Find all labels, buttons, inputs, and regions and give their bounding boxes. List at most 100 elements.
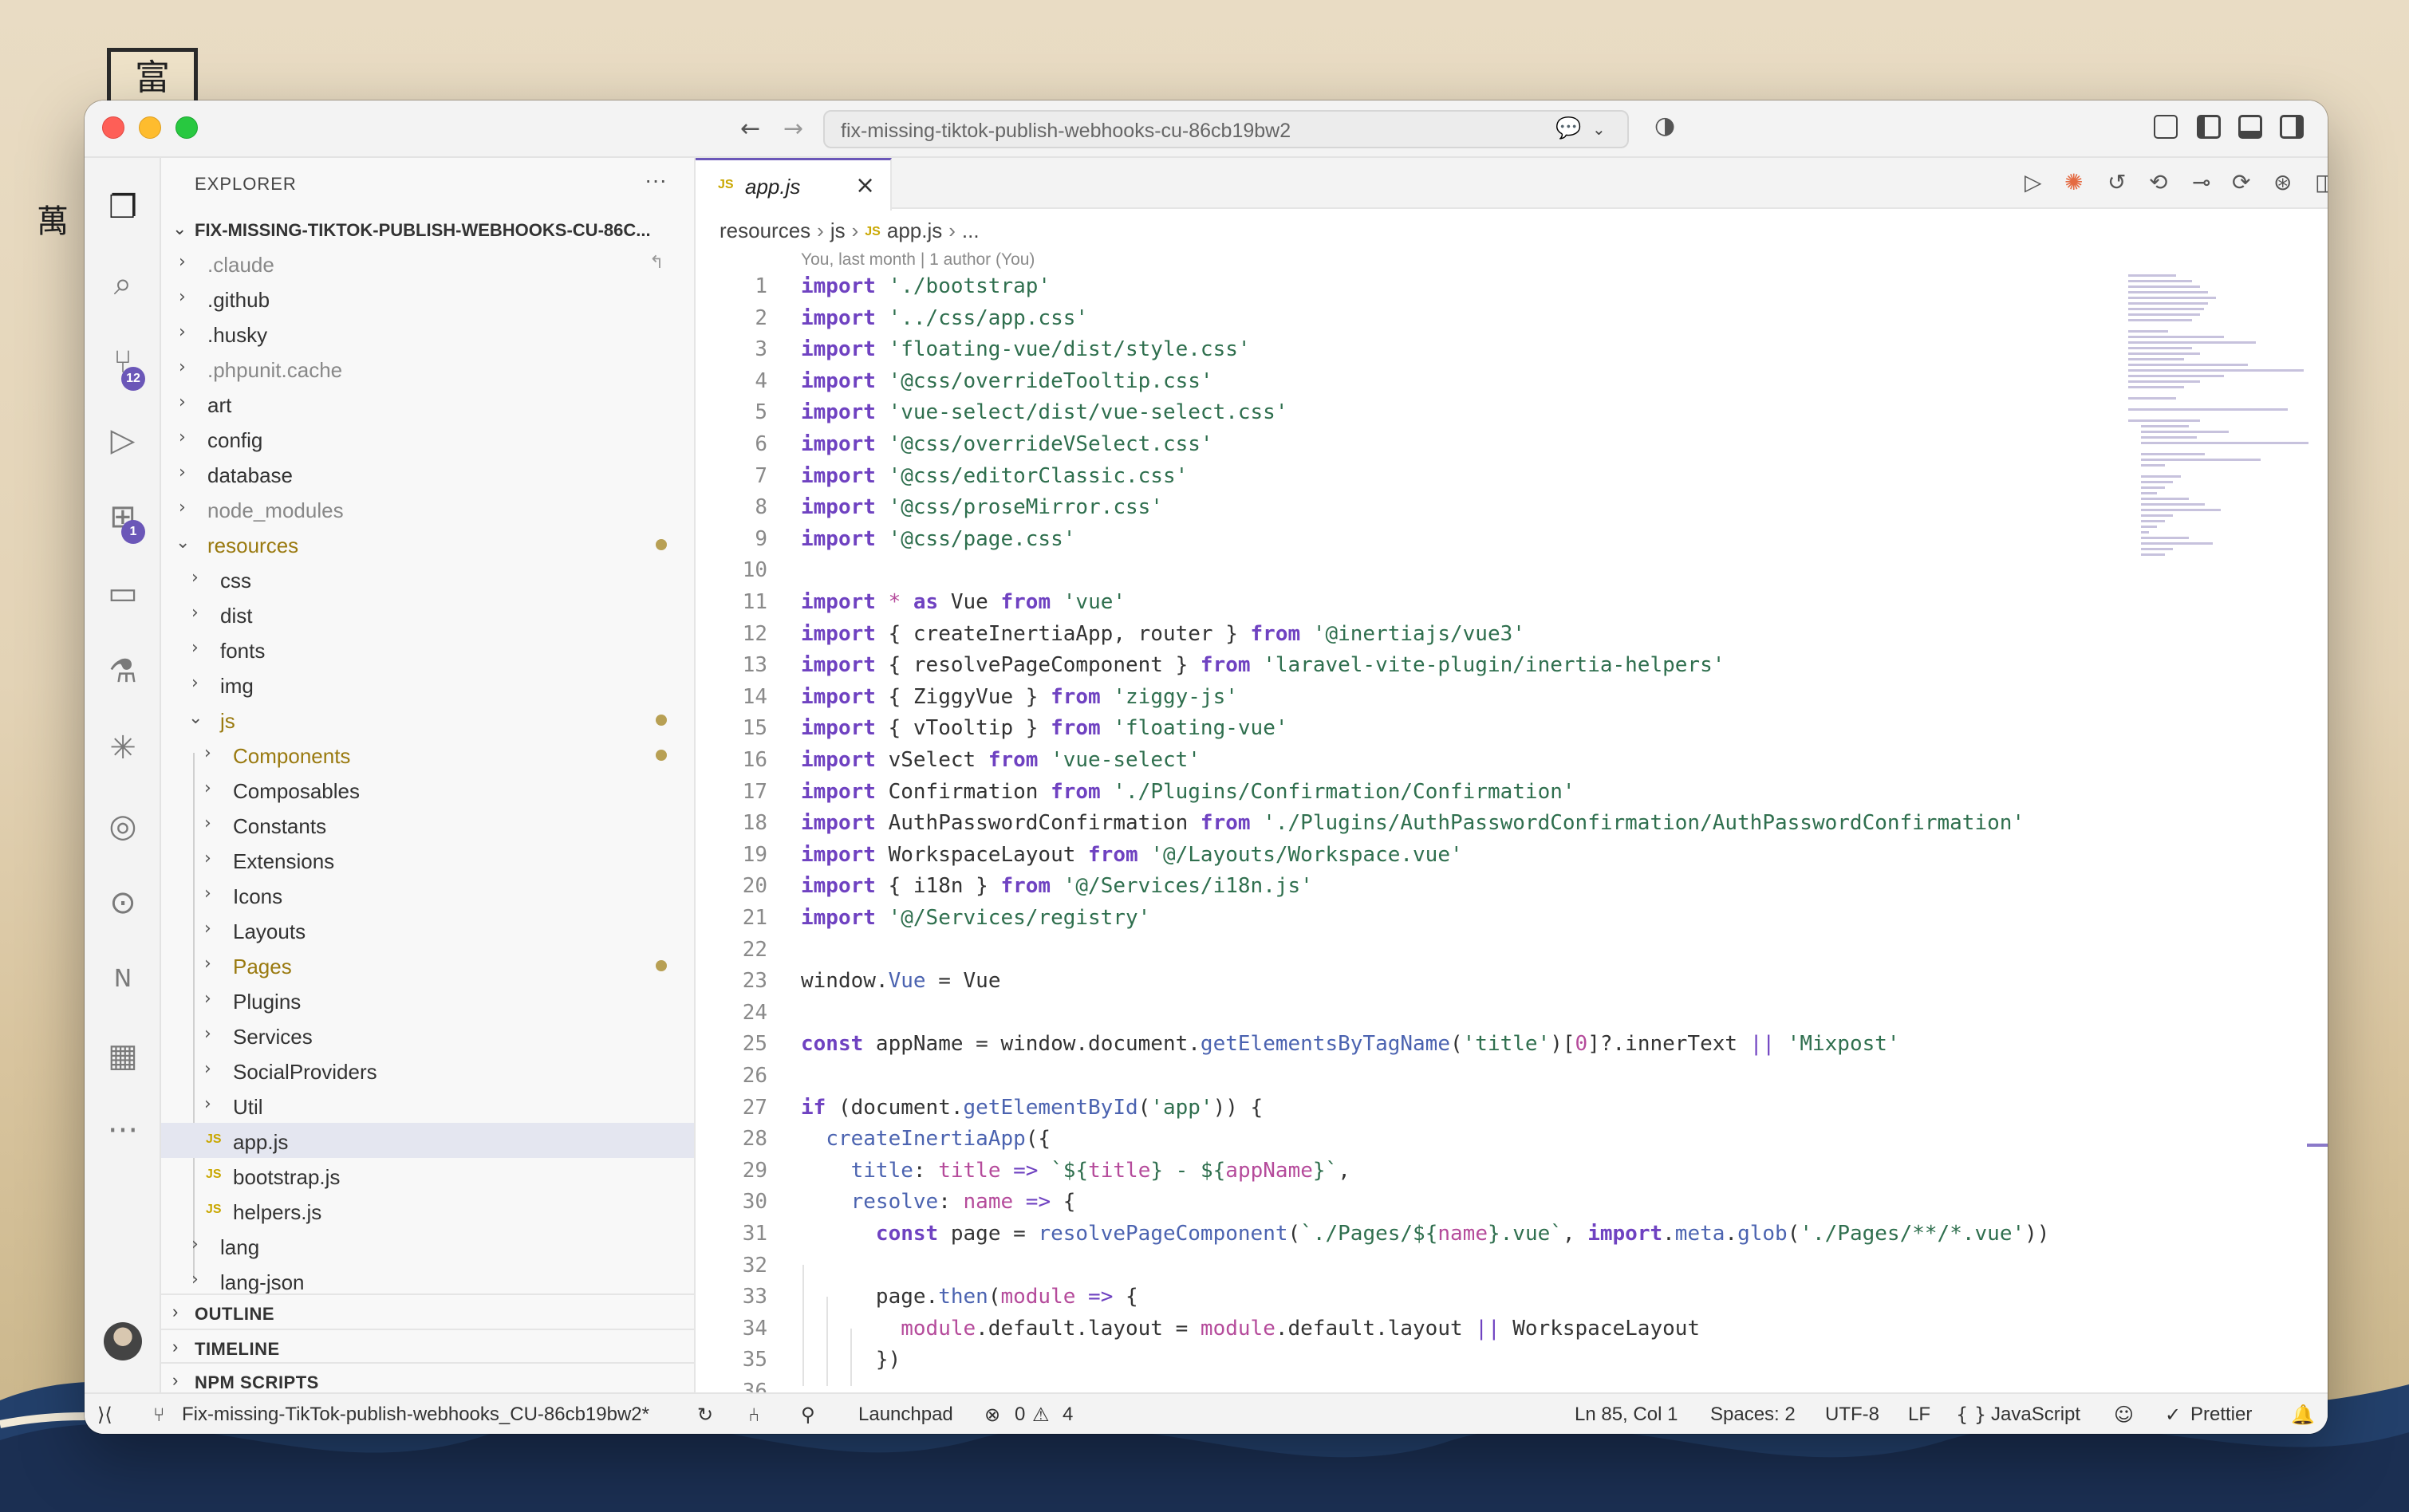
- close-icon[interactable]: ×: [855, 171, 875, 199]
- code-area[interactable]: 1 import './bootstrap' 2 import '../css/app…: [696, 271, 2328, 1434]
- tree-item-css[interactable]: › css: [161, 561, 694, 597]
- tree-item-fonts[interactable]: › fonts: [161, 632, 694, 667]
- tree-item-extensions[interactable]: › Extensions: [161, 842, 694, 877]
- end-of-line[interactable]: LF: [1908, 1404, 1930, 1426]
- sync-icon[interactable]: ↻: [697, 1404, 713, 1426]
- minimap-line: [2128, 347, 2192, 349]
- tree-item-resources[interactable]: ⌄ resources: [161, 526, 694, 561]
- tree-item-util[interactable]: › Util: [161, 1088, 694, 1123]
- code-line: 9 import '@css/page.css': [696, 524, 2179, 554]
- tree-item-js[interactable]: ⌄ js: [161, 702, 694, 737]
- timeline-panel-header[interactable]: › TIMELINE: [161, 1329, 694, 1364]
- tree-item-node-modules[interactable]: › node_modules: [161, 491, 694, 526]
- tree-item-layouts[interactable]: › Layouts: [161, 912, 694, 947]
- tab-app-js[interactable]: JS app.js ×: [696, 158, 892, 211]
- gitlens-compare-icon[interactable]: ⊛: [2273, 169, 2292, 195]
- explorer-more-icon[interactable]: ···: [645, 167, 667, 193]
- gitlens-inspect-icon[interactable]: ◎: [104, 807, 142, 845]
- explorer-icon[interactable]: ❐: [104, 188, 142, 226]
- tree-item-config[interactable]: › config: [161, 421, 694, 456]
- docker-icon[interactable]: ▦: [104, 1037, 142, 1075]
- tree-item-helpers-js[interactable]: JS helpers.js: [161, 1193, 694, 1228]
- minimap-line: [2141, 526, 2157, 528]
- codelens-blame[interactable]: You, last month | 1 author (You): [801, 250, 1035, 270]
- git-branch[interactable]: Fix-missing-TikTok-publish-webhooks_CU-8…: [182, 1404, 649, 1426]
- run-debug-icon[interactable]: ▷: [104, 421, 142, 459]
- git-graph-icon[interactable]: ⑃: [748, 1404, 759, 1426]
- zoom-window-button[interactable]: [175, 116, 198, 139]
- outline-panel-header[interactable]: › OUTLINE: [161, 1293, 694, 1329]
- tree-item-pages[interactable]: › Pages: [161, 947, 694, 982]
- error-count[interactable]: 0: [1015, 1404, 1025, 1426]
- code-text: import { createInertiaApp, router } from…: [801, 621, 1525, 646]
- tree-item-phpunit-cache[interactable]: › .phpunit.cache: [161, 351, 694, 386]
- run-icon[interactable]: ▷: [2025, 169, 2042, 195]
- more-icon[interactable]: ···: [104, 1112, 142, 1150]
- search-icon[interactable]: ⌕: [104, 265, 142, 303]
- notifications-bell-icon[interactable]: 🔔: [2291, 1404, 2315, 1426]
- breadcrumb-symbols[interactable]: ...: [962, 219, 980, 242]
- claude-icon[interactable]: ✳: [104, 729, 142, 767]
- formatter[interactable]: Prettier: [2190, 1404, 2252, 1426]
- line-number: 10: [742, 558, 767, 583]
- split-editor-icon[interactable]: ◫: [2315, 169, 2328, 195]
- chevron-right-icon: ›: [204, 884, 211, 904]
- toggle-panel-icon[interactable]: [2238, 115, 2262, 139]
- warning-count[interactable]: 4: [1063, 1404, 1073, 1426]
- remote-explorer-icon[interactable]: ▭: [104, 574, 142, 612]
- tree-item-database[interactable]: › database: [161, 456, 694, 491]
- breadcrumb-file[interactable]: app.js: [887, 219, 942, 242]
- language-mode[interactable]: JavaScript: [1991, 1404, 2080, 1426]
- commit-icon[interactable]: ⊸: [2192, 169, 2210, 195]
- tree-item-icons[interactable]: › Icons: [161, 877, 694, 912]
- cursor-position[interactable]: Ln 85, Col 1: [1575, 1404, 1678, 1426]
- indentation[interactable]: Spaces: 2: [1710, 1404, 1796, 1426]
- copilot-status-icon[interactable]: ☺: [2114, 1404, 2134, 1426]
- minimap-line: [2128, 352, 2200, 355]
- remote-icon[interactable]: ⟩⟨: [97, 1404, 112, 1426]
- tree-item-lang[interactable]: › lang: [161, 1228, 694, 1263]
- minimap[interactable]: [2128, 274, 2312, 561]
- tree-item-art[interactable]: › art: [161, 386, 694, 421]
- tree-item-app-js[interactable]: JS app.js: [161, 1123, 694, 1158]
- file-history-icon[interactable]: ↺: [2107, 169, 2126, 195]
- tree-item-label: database: [207, 463, 293, 487]
- tree-item-composables[interactable]: › Composables: [161, 772, 694, 807]
- command-center[interactable]: fix-missing-tiktok-publish-webhooks-cu-8…: [823, 110, 1629, 148]
- line-number: 8: [755, 495, 767, 520]
- tree-item-dist[interactable]: › dist: [161, 597, 694, 632]
- toggle-primary-sidebar-icon[interactable]: [2197, 115, 2221, 139]
- close-window-button[interactable]: [102, 116, 124, 139]
- tree-item-github[interactable]: › .github: [161, 281, 694, 316]
- launchpad[interactable]: Launchpad: [858, 1404, 953, 1426]
- breadcrumb-js[interactable]: js: [830, 219, 846, 242]
- copilot-icon[interactable]: ◑: [1654, 112, 1675, 140]
- tree-item-img[interactable]: › img: [161, 667, 694, 702]
- n8n-icon[interactable]: N: [104, 960, 142, 998]
- encoding[interactable]: UTF-8: [1825, 1404, 1879, 1426]
- testing-icon[interactable]: ⚗: [104, 652, 142, 691]
- next-change-icon[interactable]: ⟳: [2232, 169, 2250, 195]
- gitlens-icon[interactable]: ⊙: [104, 884, 142, 922]
- minimize-window-button[interactable]: [139, 116, 161, 139]
- previous-change-icon[interactable]: ⟲: [2149, 169, 2167, 195]
- tree-item-plugins[interactable]: › Plugins: [161, 982, 694, 1018]
- tree-item-components[interactable]: › Components: [161, 737, 694, 772]
- forward-arrow-icon[interactable]: →: [783, 115, 803, 143]
- toggle-secondary-sidebar-icon[interactable]: [2280, 115, 2304, 139]
- customize-layout-icon[interactable]: [2154, 115, 2178, 139]
- breadcrumb-resources[interactable]: resources: [720, 219, 810, 242]
- tree-item-claude[interactable]: › .claude ↰: [161, 246, 694, 281]
- tree-item-socialproviders[interactable]: › SocialProviders: [161, 1053, 694, 1088]
- workspace-root-folder[interactable]: ⌄ FIX-MISSING-TIKTOK-PUBLISH-WEBHOOKS-CU…: [161, 214, 694, 246]
- account-avatar[interactable]: [104, 1322, 142, 1360]
- claude-code-icon[interactable]: ✺: [2064, 169, 2083, 195]
- tree-item-services[interactable]: › Services: [161, 1018, 694, 1053]
- tree-item-bootstrap-js[interactable]: JS bootstrap.js: [161, 1158, 694, 1193]
- tree-item-constants[interactable]: › Constants: [161, 807, 694, 842]
- chevron-down-icon[interactable]: ⌄: [1592, 120, 1606, 139]
- chat-icon[interactable]: 💬: [1555, 116, 1581, 140]
- tree-item-husky[interactable]: › .husky: [161, 316, 694, 351]
- back-arrow-icon[interactable]: ←: [740, 115, 760, 143]
- line-number: 21: [742, 906, 767, 930]
